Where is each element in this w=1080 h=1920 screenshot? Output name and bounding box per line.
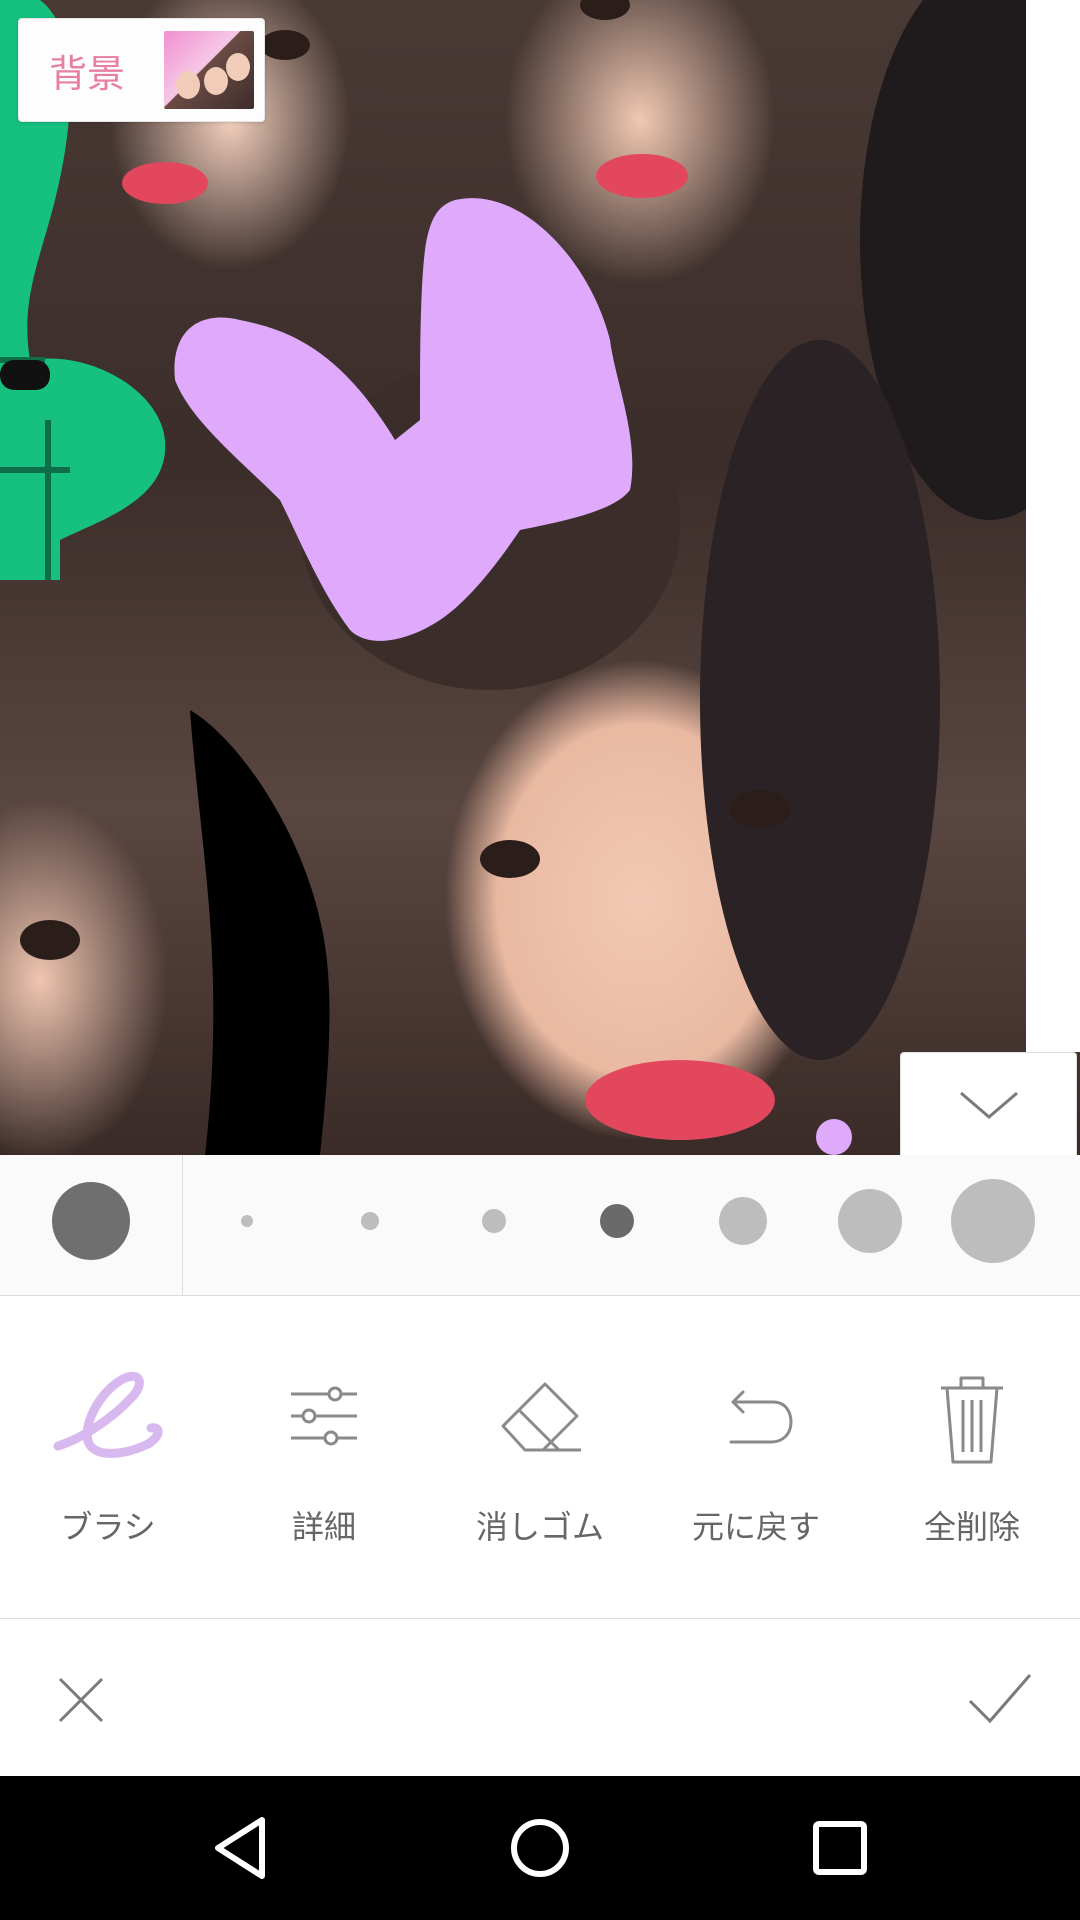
- drawing-toolbar: ブラシ 詳細 消しゴム 元に戻す 全削除: [0, 1296, 1080, 1619]
- undo-icon: [729, 1390, 793, 1444]
- brush-size-bar: [0, 1155, 1080, 1296]
- brush-size-option[interactable]: [361, 1212, 379, 1230]
- brush-size-option[interactable]: [719, 1197, 767, 1245]
- background-label: 背景: [49, 52, 126, 96]
- back-icon[interactable]: [200, 1806, 284, 1890]
- brush-size-option[interactable]: [482, 1209, 506, 1233]
- confirm-bar: [0, 1619, 1080, 1776]
- recents-icon[interactable]: [798, 1806, 882, 1890]
- eraser-tool-button[interactable]: 消しゴム: [432, 1296, 648, 1618]
- trash-icon: [941, 1376, 1003, 1464]
- home-icon[interactable]: [498, 1806, 582, 1890]
- divider: [182, 1155, 183, 1295]
- brush-tool-button[interactable]: ブラシ: [0, 1296, 216, 1618]
- background-thumbnail: [164, 31, 254, 109]
- eraser-icon: [501, 1382, 581, 1452]
- brush-size-option[interactable]: [951, 1179, 1035, 1263]
- drawing-canvas[interactable]: 背景: [0, 0, 1080, 1155]
- brush-size-option-selected[interactable]: [600, 1204, 634, 1238]
- system-navigation-bar: [0, 1776, 1080, 1920]
- clear-all-label: 全削除: [923, 1508, 1020, 1546]
- clear-all-button[interactable]: 全削除: [864, 1296, 1080, 1618]
- brush-size-option[interactable]: [838, 1189, 902, 1253]
- check-icon[interactable]: [964, 1667, 1034, 1729]
- brush-icon: [53, 1371, 163, 1458]
- canvas-margin: [1026, 0, 1080, 1052]
- sliders-icon: [291, 1386, 357, 1446]
- collapse-panel-button[interactable]: [900, 1052, 1077, 1155]
- chevron-down-icon: [960, 1091, 1018, 1119]
- eraser-label: 消しゴム: [475, 1508, 604, 1546]
- undo-label: 元に戻す: [691, 1508, 820, 1546]
- detail-label: 詳細: [291, 1508, 356, 1546]
- current-color-swatch[interactable]: [52, 1182, 130, 1260]
- close-icon[interactable]: [52, 1671, 110, 1729]
- background-button[interactable]: 背景: [18, 18, 265, 122]
- undo-button[interactable]: 元に戻す: [648, 1296, 864, 1618]
- brush-size-option[interactable]: [241, 1215, 253, 1227]
- brush-label: ブラシ: [60, 1508, 156, 1546]
- detail-settings-button[interactable]: 詳細: [216, 1296, 432, 1618]
